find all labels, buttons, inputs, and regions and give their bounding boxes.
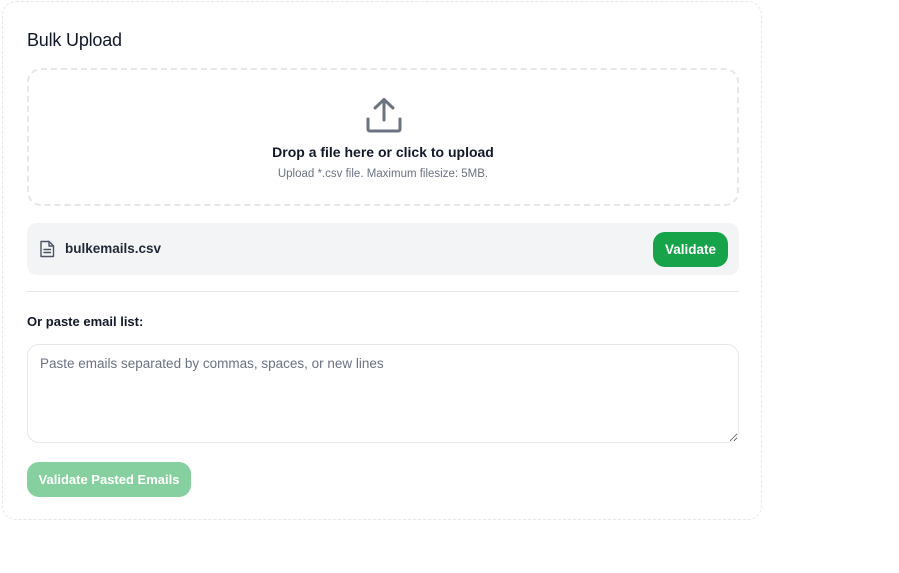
- bulk-upload-card: Bulk Upload Drop a file here or click to…: [2, 1, 762, 520]
- card-title: Bulk Upload: [27, 30, 122, 50]
- dropzone-title: Drop a file here or click to upload: [272, 144, 494, 160]
- paste-emails-textarea[interactable]: [27, 344, 739, 443]
- upload-icon: [366, 98, 402, 133]
- validate-pasted-emails-button[interactable]: Validate Pasted Emails: [27, 462, 191, 497]
- divider: [27, 291, 739, 292]
- validate-button[interactable]: Validate: [653, 232, 728, 267]
- file-text-icon: [40, 240, 55, 258]
- paste-label: Or paste email list:: [27, 314, 144, 329]
- dropzone-subtitle: Upload *.csv file. Maximum filesize: 5MB…: [277, 168, 489, 180]
- file-name: bulkemails.csv: [65, 241, 162, 256]
- file-dropzone[interactable]: Drop a file here or click to upload Uplo…: [27, 68, 739, 206]
- selected-file-row: bulkemails.csv Validate: [27, 223, 739, 275]
